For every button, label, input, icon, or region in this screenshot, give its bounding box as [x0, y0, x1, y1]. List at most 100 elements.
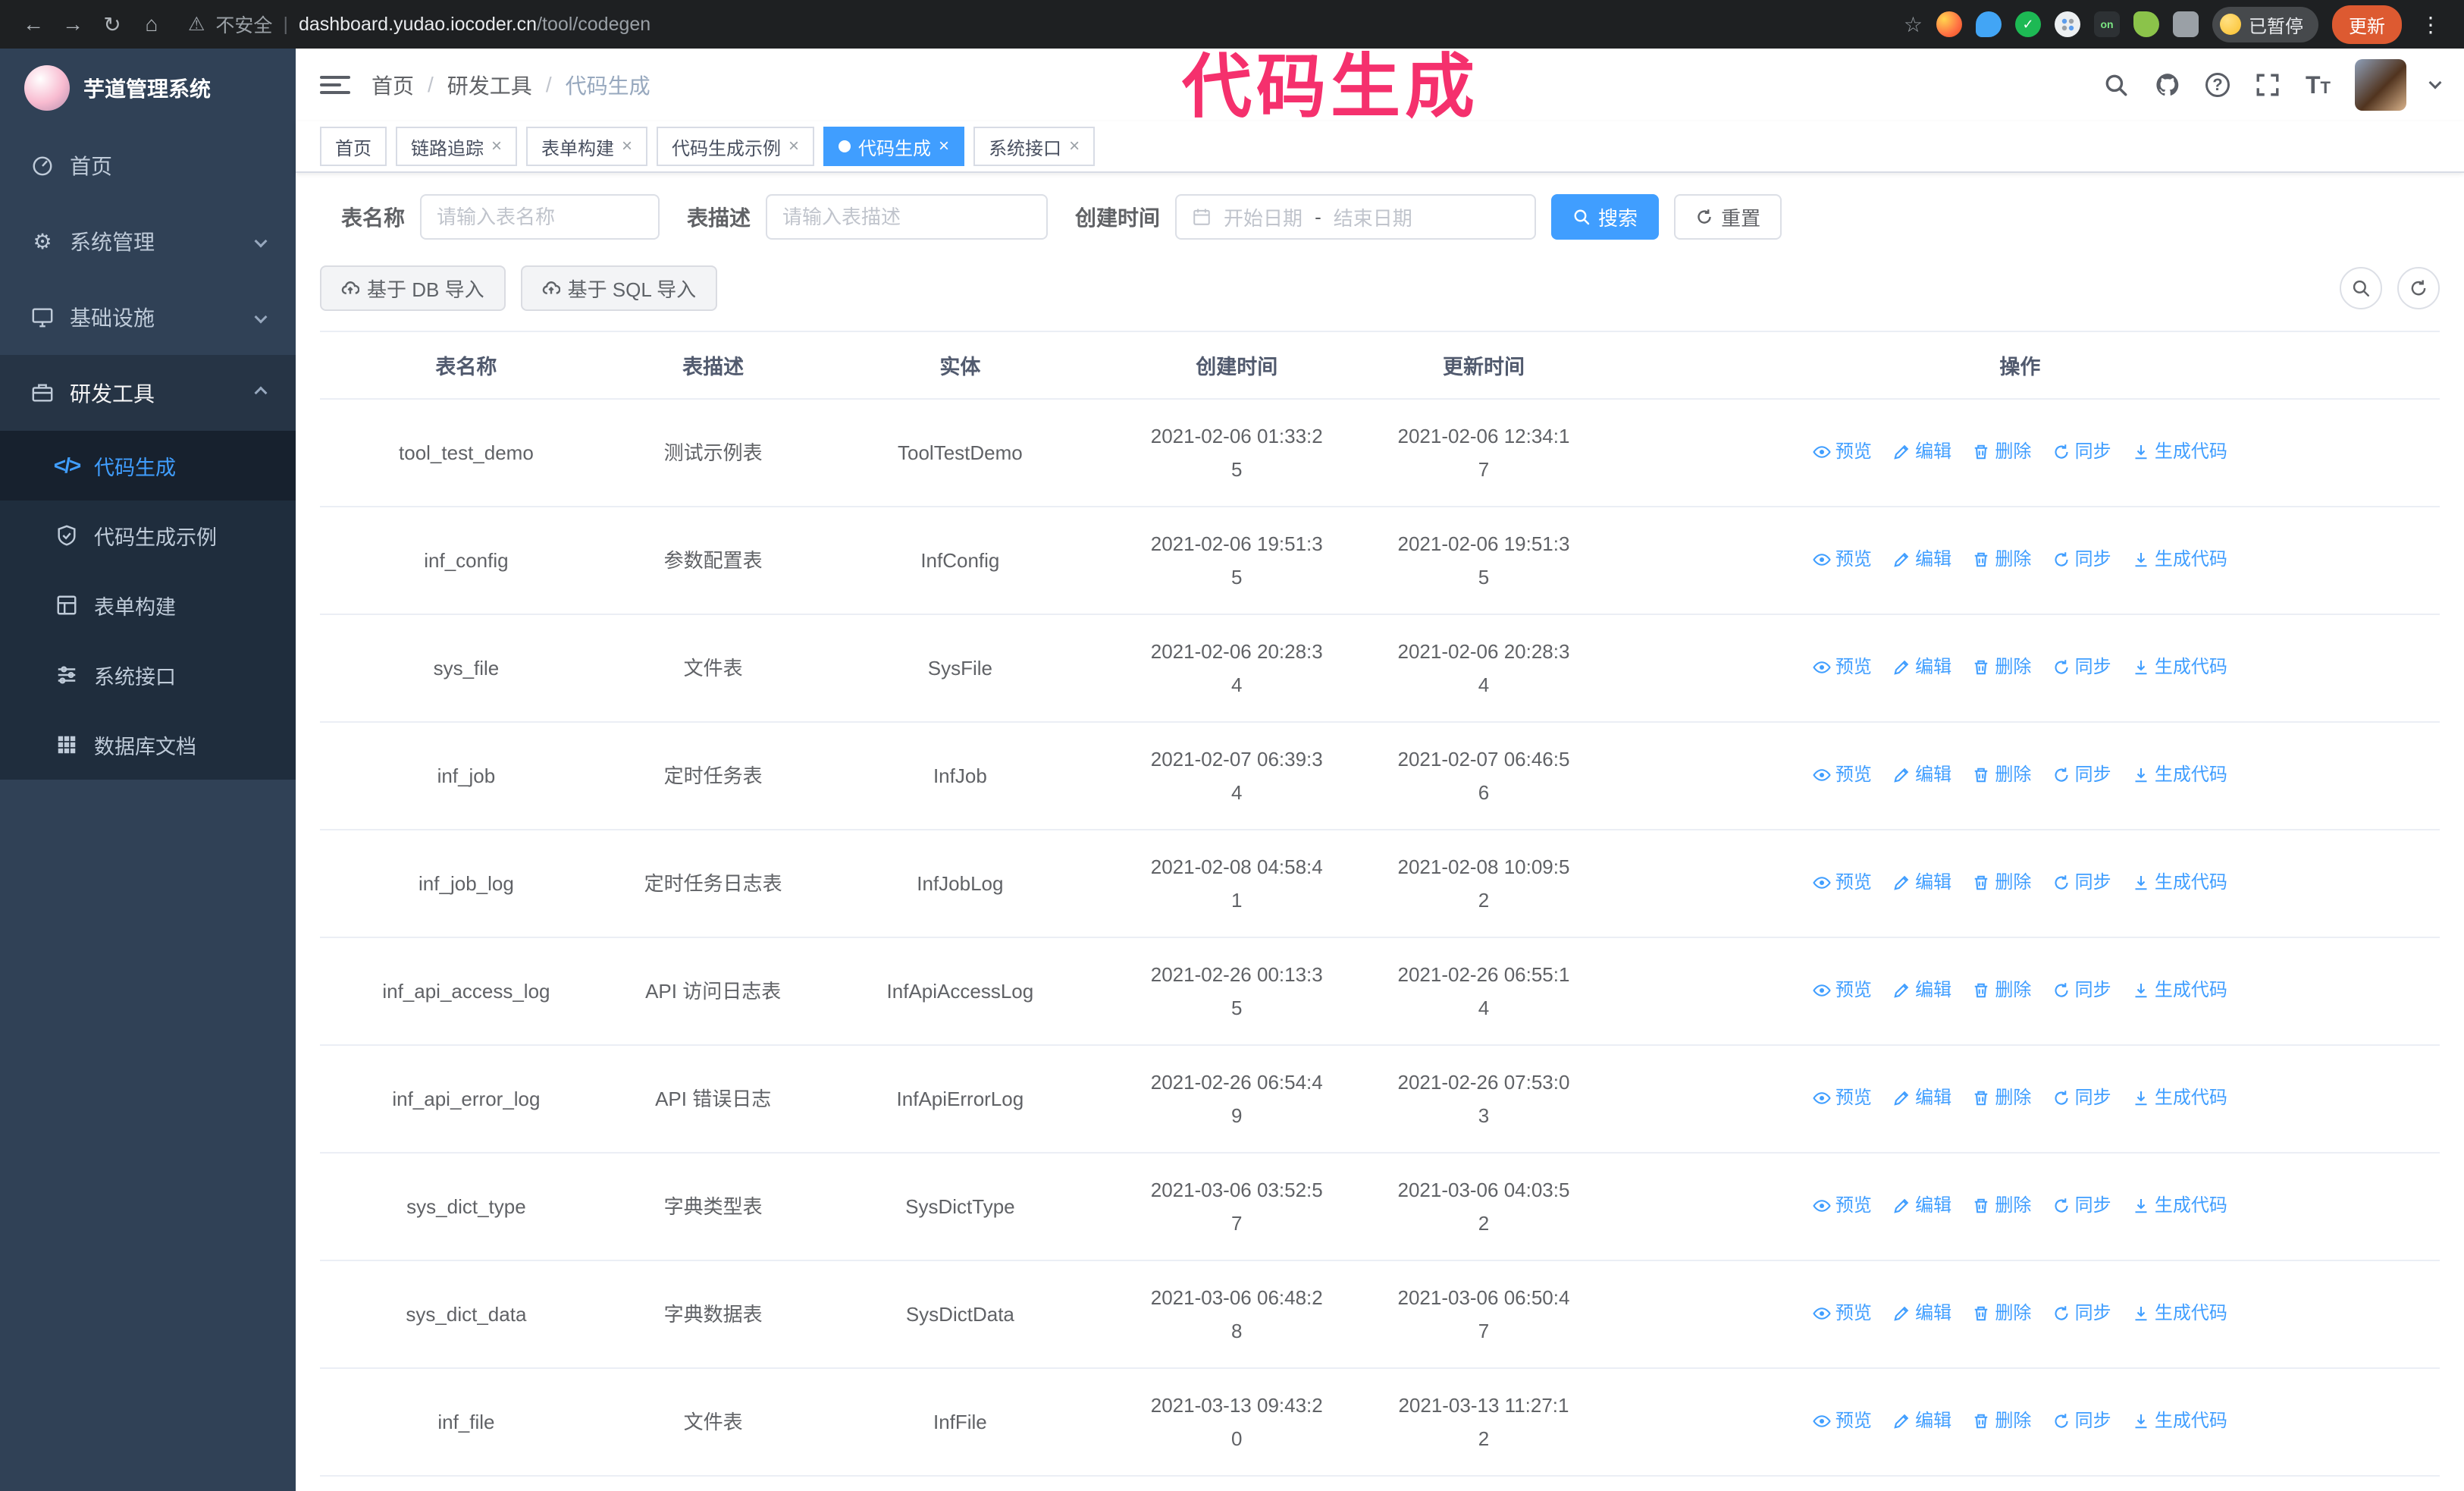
- generate-code-link[interactable]: 生成代码: [2132, 543, 2227, 576]
- sync-link[interactable]: 同步: [2052, 758, 2111, 792]
- toggle-search-button[interactable]: [2340, 267, 2382, 309]
- sync-link[interactable]: 同步: [2052, 651, 2111, 684]
- sidebar-item-codegen-example[interactable]: 代码生成示例: [0, 501, 296, 570]
- import-db-button[interactable]: 基于 DB 导入: [320, 265, 506, 311]
- preview-link[interactable]: 预览: [1813, 758, 1872, 792]
- preview-link[interactable]: 预览: [1813, 1405, 1872, 1438]
- delete-link[interactable]: 删除: [1972, 1081, 2031, 1115]
- delete-link[interactable]: 删除: [1972, 543, 2031, 576]
- user-avatar[interactable]: [2355, 59, 2406, 111]
- update-button[interactable]: 更新: [2332, 5, 2402, 44]
- edit-link[interactable]: 编辑: [1892, 866, 1951, 899]
- edit-link[interactable]: 编辑: [1892, 543, 1951, 576]
- bookmark-star-icon[interactable]: ☆: [1904, 12, 1923, 37]
- preview-link[interactable]: 预览: [1813, 1189, 1872, 1223]
- close-icon[interactable]: ×: [491, 137, 502, 155]
- generate-code-link[interactable]: 生成代码: [2132, 435, 2227, 469]
- reset-button[interactable]: 重置: [1674, 194, 1782, 240]
- preview-link[interactable]: 预览: [1813, 974, 1872, 1007]
- generate-code-link[interactable]: 生成代码: [2132, 1081, 2227, 1115]
- delete-link[interactable]: 删除: [1972, 758, 2031, 792]
- sync-link[interactable]: 同步: [2052, 1189, 2111, 1223]
- tab-codegen[interactable]: 代码生成 ×: [823, 127, 965, 166]
- search-icon[interactable]: [2102, 71, 2130, 99]
- sidebar-item-devtools[interactable]: 研发工具: [0, 355, 296, 431]
- sidebar-item-codegen[interactable]: </> 代码生成: [0, 431, 296, 501]
- tab-trace[interactable]: 链路追踪 ×: [396, 127, 518, 166]
- sync-link[interactable]: 同步: [2052, 1081, 2111, 1115]
- reload-icon[interactable]: ↻: [94, 6, 130, 42]
- extension-icon-3[interactable]: ✓: [2015, 11, 2041, 37]
- generate-code-link[interactable]: 生成代码: [2132, 866, 2227, 899]
- fullscreen-icon[interactable]: [2254, 71, 2281, 99]
- table-desc-input[interactable]: [766, 194, 1049, 240]
- generate-code-link[interactable]: 生成代码: [2132, 651, 2227, 684]
- extension-icon-2[interactable]: [1976, 11, 2002, 37]
- tab-api[interactable]: 系统接口 ×: [973, 127, 1096, 166]
- preview-link[interactable]: 预览: [1813, 866, 1872, 899]
- hamburger-icon[interactable]: [320, 70, 350, 100]
- app-logo[interactable]: 芋道管理系统: [0, 49, 296, 127]
- preview-link[interactable]: 预览: [1813, 543, 1872, 576]
- sidebar-item-form-builder[interactable]: 表单构建: [0, 570, 296, 640]
- font-size-icon[interactable]: TT: [2306, 71, 2331, 99]
- sync-link[interactable]: 同步: [2052, 1297, 2111, 1330]
- generate-code-link[interactable]: 生成代码: [2132, 1297, 2227, 1330]
- preview-link[interactable]: 预览: [1813, 435, 1872, 469]
- generate-code-link[interactable]: 生成代码: [2132, 1405, 2227, 1438]
- sidebar-item-home[interactable]: 首页: [0, 127, 296, 203]
- delete-link[interactable]: 删除: [1972, 866, 2031, 899]
- home-icon[interactable]: ⌂: [133, 6, 170, 42]
- sync-link[interactable]: 同步: [2052, 974, 2111, 1007]
- extension-icon-6[interactable]: [2133, 11, 2159, 37]
- sync-link[interactable]: 同步: [2052, 435, 2111, 469]
- date-range-picker[interactable]: 开始日期 - 结束日期: [1175, 194, 1537, 240]
- sidebar-item-system[interactable]: ⚙ 系统管理: [0, 203, 296, 279]
- table-name-input[interactable]: [420, 194, 660, 240]
- tab-form-builder[interactable]: 表单构建 ×: [526, 127, 648, 166]
- close-icon[interactable]: ×: [1069, 137, 1080, 155]
- sync-link[interactable]: 同步: [2052, 866, 2111, 899]
- profile-paused-badge[interactable]: 已暂停: [2212, 6, 2318, 42]
- generate-code-link[interactable]: 生成代码: [2132, 974, 2227, 1007]
- tab-codegen-example[interactable]: 代码生成示例 ×: [657, 127, 815, 166]
- search-button[interactable]: 搜索: [1551, 194, 1660, 240]
- close-icon[interactable]: ×: [939, 137, 949, 155]
- generate-code-link[interactable]: 生成代码: [2132, 758, 2227, 792]
- delete-link[interactable]: 删除: [1972, 1297, 2031, 1330]
- edit-link[interactable]: 编辑: [1892, 1297, 1951, 1330]
- delete-link[interactable]: 删除: [1972, 1189, 2031, 1223]
- edit-link[interactable]: 编辑: [1892, 1189, 1951, 1223]
- sync-link[interactable]: 同步: [2052, 1405, 2111, 1438]
- sync-link[interactable]: 同步: [2052, 543, 2111, 576]
- edit-link[interactable]: 编辑: [1892, 758, 1951, 792]
- extension-icon-4[interactable]: [2055, 11, 2080, 37]
- preview-link[interactable]: 预览: [1813, 1297, 1872, 1330]
- delete-link[interactable]: 删除: [1972, 435, 2031, 469]
- sidebar-item-infra[interactable]: 基础设施: [0, 279, 296, 355]
- help-icon[interactable]: ?: [2205, 73, 2230, 97]
- edit-link[interactable]: 编辑: [1892, 1405, 1951, 1438]
- back-icon[interactable]: ←: [15, 6, 52, 42]
- delete-link[interactable]: 删除: [1972, 1405, 2031, 1438]
- breadcrumb-devtools[interactable]: 研发工具: [447, 70, 532, 100]
- refresh-button[interactable]: [2397, 267, 2440, 309]
- github-icon[interactable]: [2154, 71, 2181, 99]
- edit-link[interactable]: 编辑: [1892, 974, 1951, 1007]
- import-sql-button[interactable]: 基于 SQL 导入: [520, 265, 718, 311]
- edit-link[interactable]: 编辑: [1892, 1081, 1951, 1115]
- preview-link[interactable]: 预览: [1813, 651, 1872, 684]
- address-bar[interactable]: ⚠ 不安全 | dashboard.yudao.iocoder.cn/tool/…: [188, 11, 1901, 38]
- delete-link[interactable]: 删除: [1972, 974, 2031, 1007]
- breadcrumb-home[interactable]: 首页: [371, 70, 414, 100]
- sidebar-item-db-doc[interactable]: 数据库文档: [0, 710, 296, 780]
- url-path[interactable]: /tool/codegen: [537, 14, 650, 35]
- security-label[interactable]: 不安全: [215, 11, 272, 38]
- browser-menu-icon[interactable]: ⋮: [2415, 12, 2446, 37]
- chevron-down-icon[interactable]: [2428, 76, 2442, 89]
- preview-link[interactable]: 预览: [1813, 1081, 1872, 1115]
- edit-link[interactable]: 编辑: [1892, 651, 1951, 684]
- edit-link[interactable]: 编辑: [1892, 435, 1951, 469]
- close-icon[interactable]: ×: [788, 137, 799, 155]
- sidebar-item-api[interactable]: 系统接口: [0, 640, 296, 710]
